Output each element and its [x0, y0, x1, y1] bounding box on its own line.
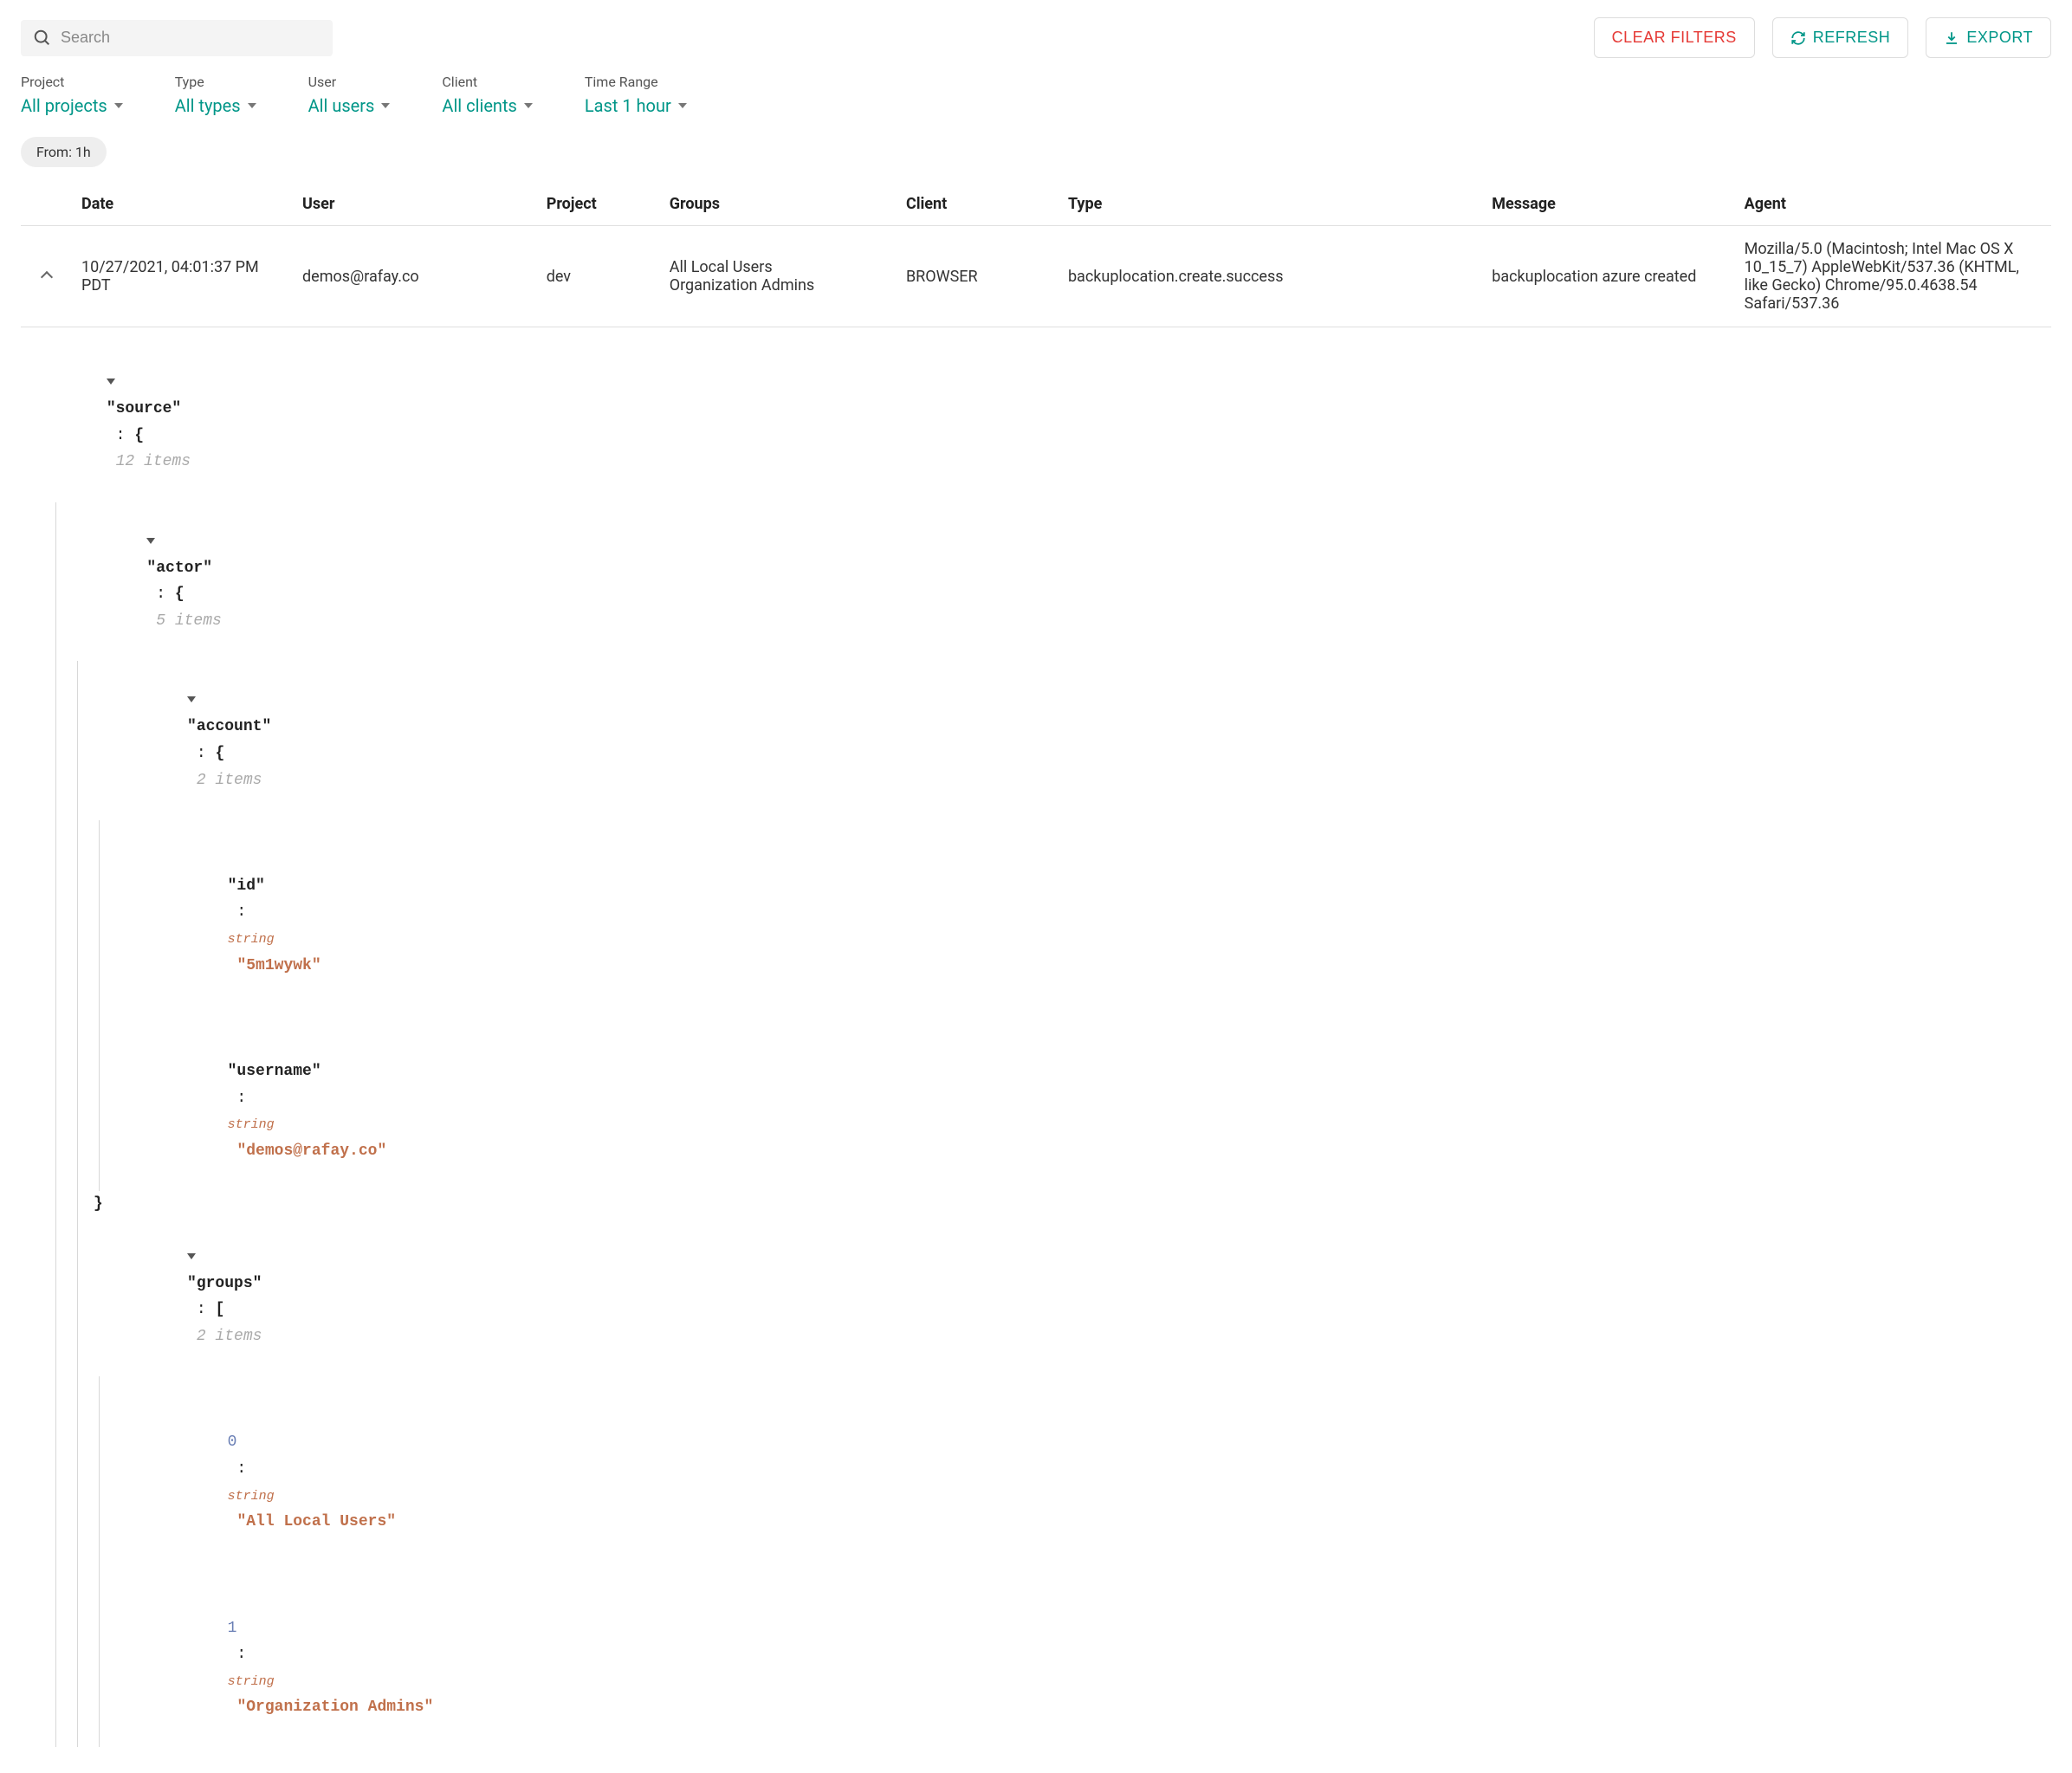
cell-agent: Mozilla/5.0 (Macintosh; Intel Mac OS X 1… — [1736, 226, 2051, 327]
search-input[interactable] — [61, 29, 321, 47]
cell-message: backuplocation azure created — [1483, 226, 1735, 327]
jv-meta: 2 items — [197, 772, 262, 789]
col-date: Date — [73, 183, 294, 226]
caret-icon[interactable] — [146, 538, 155, 544]
filter-user-value: All users — [308, 95, 375, 116]
search-box[interactable] — [21, 20, 333, 56]
jv-key-id: "id" — [228, 877, 265, 895]
jv-value: "All Local Users" — [236, 1513, 396, 1530]
clear-filters-button[interactable]: CLEAR FILTERS — [1594, 17, 1755, 58]
filter-time-value: Last 1 hour — [585, 95, 671, 116]
filter-type-value: All types — [175, 95, 241, 116]
jv-key-account: "account" — [187, 718, 271, 735]
col-type: Type — [1059, 183, 1483, 226]
table-row: 10/27/2021, 04:01:37 PM PDT demos@rafay.… — [21, 226, 2051, 327]
export-label: EXPORT — [1966, 29, 2033, 47]
jv-type: string — [228, 1489, 275, 1504]
chevron-up-icon — [41, 270, 53, 282]
caret-icon[interactable] — [187, 1253, 196, 1259]
caret-down-icon — [524, 103, 533, 108]
cell-user: demos@rafay.co — [294, 226, 538, 327]
jv-type: string — [228, 1674, 275, 1689]
jv-index: 0 — [228, 1433, 237, 1451]
jv-key-actor: "actor" — [146, 560, 212, 577]
col-user: User — [294, 183, 538, 226]
jv-index: 1 — [228, 1620, 237, 1637]
filter-type-label: Type — [175, 74, 256, 90]
caret-down-icon — [114, 103, 123, 108]
jv-meta: 12 items — [116, 453, 191, 470]
refresh-icon — [1790, 30, 1806, 46]
expand-toggle[interactable] — [21, 226, 73, 327]
caret-down-icon — [381, 103, 390, 108]
filter-time-label: Time Range — [585, 74, 687, 90]
jv-meta: 2 items — [197, 1328, 262, 1345]
search-icon — [33, 29, 52, 48]
filter-project-value: All projects — [21, 95, 107, 116]
caret-down-icon — [678, 103, 687, 108]
refresh-label: REFRESH — [1813, 29, 1891, 47]
time-chip[interactable]: From: 1h — [21, 137, 107, 167]
jv-value: "demos@rafay.co" — [236, 1142, 386, 1160]
jv-value: "5m1wywk" — [236, 957, 321, 974]
filter-client-value: All clients — [442, 95, 516, 116]
filter-type[interactable]: Type All types — [175, 74, 256, 116]
filter-user-label: User — [308, 74, 391, 90]
cell-groups: All Local Users Organization Admins — [661, 226, 897, 327]
caret-down-icon — [248, 103, 256, 108]
col-project: Project — [538, 183, 661, 226]
clear-filters-label: CLEAR FILTERS — [1612, 29, 1737, 47]
json-detail: "source" : { 12 items "actor" : { 5 item… — [21, 327, 2051, 1756]
cell-project: dev — [538, 226, 661, 327]
filter-user[interactable]: User All users — [308, 74, 391, 116]
jv-type: string — [228, 932, 275, 947]
col-message: Message — [1483, 183, 1735, 226]
col-groups: Groups — [661, 183, 897, 226]
jv-value: "Organization Admins" — [236, 1699, 433, 1716]
cell-date: 10/27/2021, 04:01:37 PM PDT — [73, 226, 294, 327]
refresh-button[interactable]: REFRESH — [1772, 17, 1909, 58]
cell-client: BROWSER — [897, 226, 1059, 327]
filter-project[interactable]: Project All projects — [21, 74, 123, 116]
audit-table: Date User Project Groups Client Type Mes… — [21, 183, 2051, 327]
cell-type: backuplocation.create.success — [1059, 226, 1483, 327]
col-agent: Agent — [1736, 183, 2051, 226]
export-button[interactable]: EXPORT — [1926, 17, 2051, 58]
caret-icon[interactable] — [187, 696, 196, 702]
filter-client[interactable]: Client All clients — [442, 74, 532, 116]
filter-time-range[interactable]: Time Range Last 1 hour — [585, 74, 687, 116]
jv-meta: 5 items — [156, 612, 222, 630]
caret-icon[interactable] — [107, 379, 115, 385]
filter-client-label: Client — [442, 74, 532, 90]
jv-key-source: "source" — [107, 400, 181, 417]
col-client: Client — [897, 183, 1059, 226]
download-icon — [1944, 30, 1959, 46]
jv-key-groups: "groups" — [187, 1275, 262, 1292]
jv-type: string — [228, 1117, 275, 1132]
jv-key-username: "username" — [228, 1063, 321, 1080]
jv-open: [ — [215, 1301, 224, 1318]
filter-project-label: Project — [21, 74, 123, 90]
jv-close: } — [94, 1195, 103, 1213]
